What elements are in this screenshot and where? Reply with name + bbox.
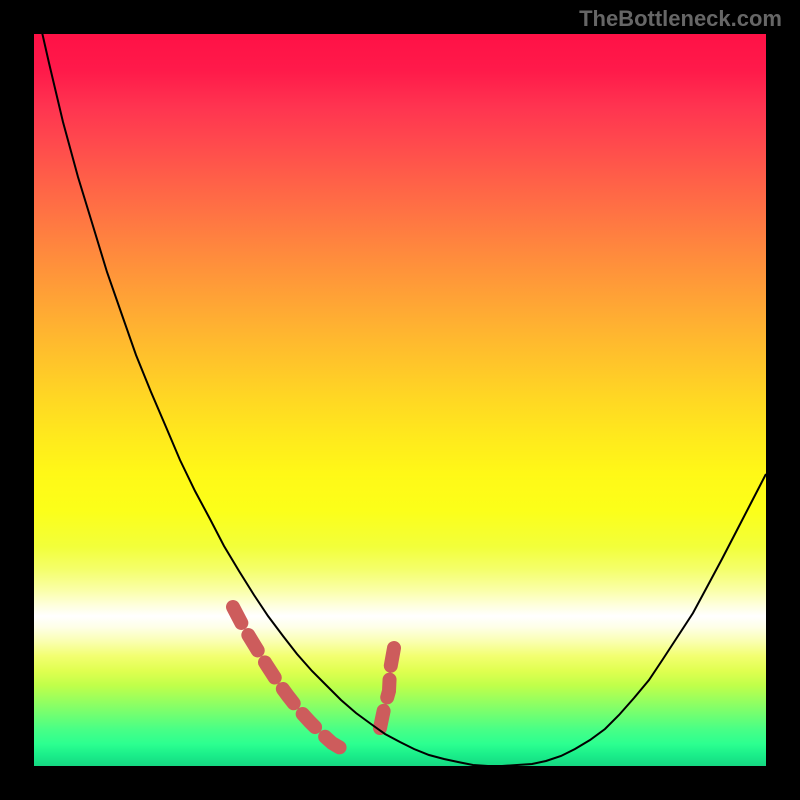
chart-svg [34,34,766,766]
plot-area [34,34,766,766]
highlight-left-segment [233,607,344,750]
bottleneck-curve [34,34,766,766]
highlight-right-segment [380,648,394,728]
watermark: TheBottleneck.com [579,6,782,32]
